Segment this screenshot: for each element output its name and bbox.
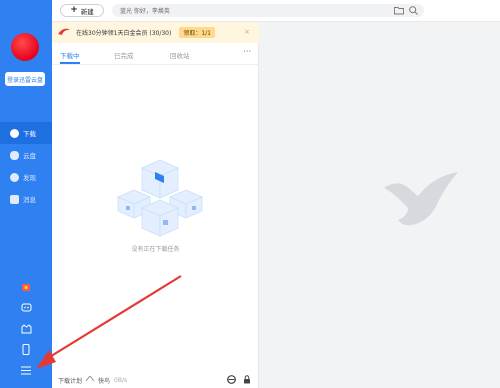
gift-icon[interactable] [0, 276, 52, 297]
search-input[interactable]: 蓝光 你好，李焕英 [112, 4, 424, 17]
download-icon [10, 128, 19, 138]
discover-icon [10, 172, 19, 182]
sidebar-item-download[interactable]: 下载 [0, 122, 52, 144]
sidebar-item-label: 云盘 [23, 152, 36, 160]
plus-icon: + [70, 5, 78, 15]
tab-completed[interactable]: 已完成 [114, 50, 134, 60]
promo-text: 在线30分钟领1天白金会员 (30/30) [76, 30, 172, 37]
browser-icon[interactable] [227, 375, 236, 386]
close-icon[interactable]: × [244, 28, 250, 36]
vip-icon[interactable] [0, 318, 52, 339]
sidebar-bottom-icons [0, 276, 52, 381]
more-options-icon[interactable]: ··· [243, 47, 251, 56]
download-speed: 0B/s [114, 376, 128, 384]
sidebar-item-label: 发现 [23, 174, 36, 182]
vip-badge-icon [58, 28, 70, 38]
claim-button[interactable]: 领取：1/1 [179, 27, 216, 38]
sidebar-item-label: 消息 [23, 196, 36, 204]
sidebar: 登录迅雷云盘 下载 云盘 发现 消息 [0, 0, 52, 388]
sidebar-nav: 下载 云盘 发现 消息 [0, 122, 52, 210]
empty-state-text: 没有正在下载任务 [131, 246, 180, 253]
phone-icon[interactable] [0, 339, 52, 360]
fast-bird-icon [85, 375, 95, 384]
download-plan-link[interactable]: 下载计划 [58, 376, 82, 385]
details-pane [259, 22, 500, 388]
sidebar-item-message[interactable]: 消息 [0, 188, 52, 210]
fast-bird-label[interactable]: 快鸟 [98, 376, 110, 385]
game-icon[interactable] [0, 297, 52, 318]
login-cloud-button[interactable]: 登录迅雷云盘 [5, 72, 45, 86]
sidebar-item-label: 下载 [23, 130, 36, 138]
message-icon [10, 194, 19, 204]
tab-active-indicator [60, 62, 80, 64]
lock-icon[interactable] [243, 375, 251, 386]
thunder-bird-watermark-icon [384, 172, 458, 226]
tab-downloading[interactable]: 下载中 [60, 50, 80, 60]
promo-banner: 在线30分钟领1天白金会员 (30/30) 领取：1/1 × [52, 22, 259, 43]
download-tabs: 下载中 已完成 回收站 ··· [52, 43, 259, 65]
cloud-icon [10, 150, 19, 160]
top-bar: + 新建 蓝光 你好，李焕英 [52, 0, 500, 22]
new-task-label: 新建 [80, 7, 94, 16]
folder-icon[interactable] [394, 6, 404, 17]
empty-boxes-illustration [117, 159, 203, 237]
search-icon[interactable] [409, 6, 418, 17]
download-panel: 下载中 已完成 回收站 ··· 没有正在下载任务 下载计划 快鸟 0B/s [52, 43, 259, 388]
menu-icon[interactable] [0, 360, 52, 381]
search-text: 蓝光 你好，李焕英 [120, 8, 170, 15]
new-task-button[interactable]: + 新建 [60, 4, 104, 17]
tab-recycle-bin[interactable]: 回收站 [170, 50, 190, 60]
avatar[interactable] [11, 33, 39, 61]
sidebar-item-discover[interactable]: 发现 [0, 166, 52, 188]
sidebar-item-cloud[interactable]: 云盘 [0, 144, 52, 166]
panel-footer: 下载计划 快鸟 0B/s [52, 372, 259, 388]
